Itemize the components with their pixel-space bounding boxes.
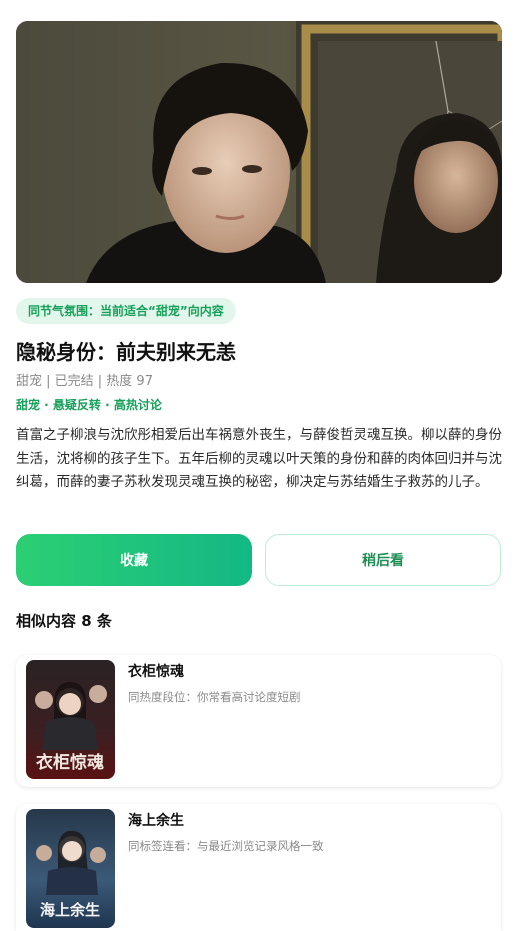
drama-detail-page: 同节气氛围：当前适合“甜宠”向内容 隐秘身份：前夫别来无恙 甜宠 | 已完结 |… bbox=[0, 0, 519, 931]
drama-description: 首富之子柳浪与沈欣彤相爱后出车祸意外丧生，与薛俊哲灵魂互换。柳以薛的身份生活，沈… bbox=[16, 427, 502, 490]
similar-item-card[interactable]: 海上余生 海上余生 同标签连看：与最近浏览记录风格一致 bbox=[16, 804, 501, 931]
similar-item-title: 衣柜惊魂 bbox=[128, 664, 184, 680]
poster-image: 衣柜惊魂 bbox=[26, 660, 115, 779]
drama-meta: 甜宠 | 已完结 | 热度 97 bbox=[16, 374, 153, 389]
drama-tags: 甜宠 · 悬疑反转 · 高热讨论 bbox=[16, 398, 162, 412]
similar-item-card[interactable]: 衣柜惊魂 衣柜惊魂 同热度段位：你常看高讨论度短剧 bbox=[16, 655, 501, 787]
similar-item-reason: 同标签连看：与最近浏览记录风格一致 bbox=[128, 839, 324, 853]
atmosphere-badge: 同节气氛围：当前适合“甜宠”向内容 bbox=[16, 298, 236, 324]
similar-item-reason: 同热度段位：你常看高讨论度短剧 bbox=[128, 690, 301, 704]
poster-title-text: 衣柜惊魂 bbox=[36, 752, 104, 773]
favorite-button[interactable]: 收藏 bbox=[16, 534, 252, 586]
drama-title: 隐秘身份：前夫别来无恙 bbox=[16, 340, 236, 364]
similar-heading: 相似内容 8 条 bbox=[16, 612, 112, 630]
poster-image: 海上余生 bbox=[26, 809, 115, 928]
watch-later-button[interactable]: 稍后看 bbox=[265, 534, 501, 586]
hero-poster-image bbox=[16, 21, 502, 283]
poster-title-text: 海上余生 bbox=[40, 901, 100, 919]
similar-item-title: 海上余生 bbox=[128, 813, 184, 829]
